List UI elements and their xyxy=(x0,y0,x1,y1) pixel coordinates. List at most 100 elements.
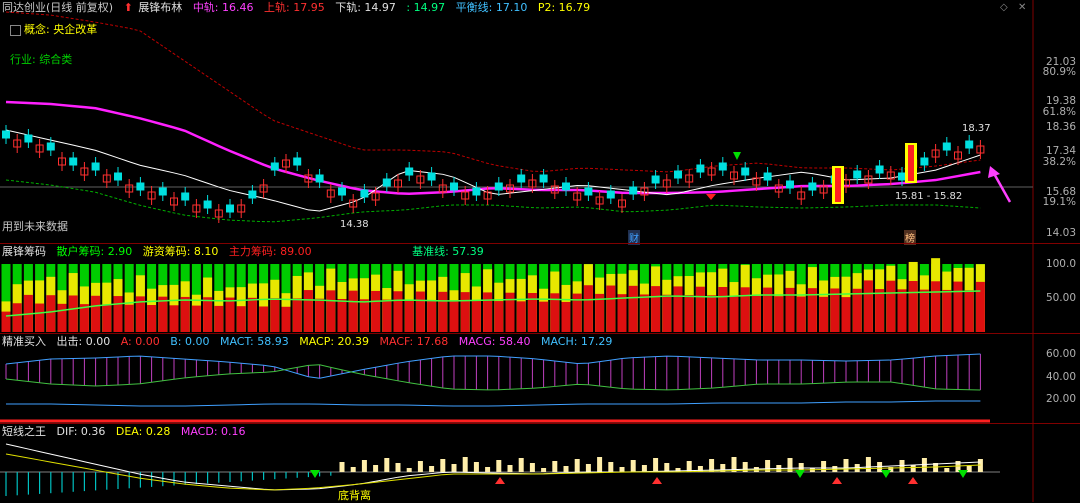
main-chip-bar xyxy=(718,286,728,332)
axis-label: 19.1% xyxy=(1042,196,1076,208)
checkbox-icon xyxy=(10,24,21,36)
candle xyxy=(158,187,167,196)
candle xyxy=(450,182,458,191)
candle xyxy=(46,142,55,151)
axis-label: 14.03 xyxy=(1045,227,1076,239)
mact-value: MACT: 58.93 xyxy=(219,335,289,348)
main-chart-canvas[interactable] xyxy=(0,0,1080,243)
red-down-arrow-icon xyxy=(706,194,716,200)
macd-pos-bar xyxy=(597,457,603,472)
main-chip-bar xyxy=(247,297,257,332)
main-chip-bar xyxy=(191,305,201,332)
candle xyxy=(674,170,682,179)
main-chip-bar xyxy=(606,285,616,332)
axis-label: 61.8% xyxy=(1042,106,1076,118)
main-chip-bar xyxy=(415,291,425,332)
axis-label: 40.00 xyxy=(1045,371,1076,383)
macd-pos-bar xyxy=(473,462,479,472)
main-chip-bar xyxy=(359,299,369,332)
main-chip-bar xyxy=(12,303,22,332)
main-chip-bar xyxy=(427,300,437,332)
future-data-note: 用到未来数据 xyxy=(2,220,68,233)
candle xyxy=(181,192,190,201)
main-chip-bar xyxy=(326,290,336,332)
main-chip-bar xyxy=(315,298,325,332)
macd-pos-bar xyxy=(910,465,916,472)
buy-arrow-icon xyxy=(495,477,505,484)
main-chip-bar xyxy=(886,280,896,332)
candle xyxy=(24,134,33,143)
candle xyxy=(203,200,212,209)
chip-panel[interactable]: 展锋筹码 散户筹码: 2.90 游资筹码: 8.10 主力筹码: 89.00 基… xyxy=(0,243,1080,334)
main-chip-bar xyxy=(875,289,885,332)
magenta-arrowhead-icon xyxy=(988,166,1000,178)
main-chip-bar xyxy=(214,305,224,332)
macd-pos-bar xyxy=(585,464,591,472)
chip-title[interactable]: 展锋筹码 xyxy=(2,245,46,258)
macd-pos-bar xyxy=(574,459,580,472)
main-chip-bar xyxy=(942,289,952,332)
precise-title[interactable]: 精准买入 xyxy=(2,335,46,348)
main-chip-bar xyxy=(35,303,45,332)
p2-value: P2: 16.79 xyxy=(537,1,591,14)
candle xyxy=(248,190,257,199)
candle xyxy=(270,162,279,171)
base-line: 基准线: 57.39 xyxy=(412,245,484,258)
main-chip-bar xyxy=(382,299,392,332)
main-chip-bar xyxy=(707,295,717,332)
sell-arrow-icon xyxy=(958,470,968,478)
candle xyxy=(942,142,951,151)
close-icon[interactable]: ✕ xyxy=(1018,2,1026,13)
macf-value: MACF: 17.68 xyxy=(379,335,449,348)
candle xyxy=(226,204,234,213)
candle xyxy=(651,175,660,184)
a-value: A: 0.00 xyxy=(120,335,160,348)
precise-buy-panel[interactable]: 精准买入 出击: 0.00 A: 0.00 B: 0.00 MACT: 58.9… xyxy=(0,333,1080,424)
main-chip-bar xyxy=(695,286,705,332)
candle xyxy=(91,162,100,171)
main-chip-bar xyxy=(46,295,56,332)
short-title[interactable]: 短线之王 xyxy=(2,425,46,438)
candle xyxy=(606,190,615,199)
indicator-name[interactable]: 展锋布林 xyxy=(138,1,182,14)
macg-line xyxy=(5,353,981,379)
candle xyxy=(517,174,526,183)
short-king-panel[interactable]: 短线之王 DIF: 0.36 DEA: 0.28 MACD: 0.16 底背离 xyxy=(0,423,1080,502)
macg-value: MACG: 58.40 xyxy=(458,335,531,348)
red-signal-bar xyxy=(835,168,841,202)
main-chip-bar xyxy=(281,306,291,332)
out-value: 出击: 0.00 xyxy=(56,335,111,348)
main-chip-bar xyxy=(673,286,683,332)
main-chip-bar xyxy=(796,296,806,332)
macd-pos-bar xyxy=(944,468,950,472)
sell-arrow-icon xyxy=(310,470,320,478)
main-chip-bar xyxy=(763,287,773,332)
macd-pos-bar xyxy=(966,466,972,472)
main-chip-bar xyxy=(953,281,963,332)
candle xyxy=(965,140,974,149)
macd-pos-bar xyxy=(361,460,367,472)
main-chip-bar xyxy=(516,301,526,332)
macd-pos-bar xyxy=(507,465,513,472)
buy-arrow-icon xyxy=(908,477,918,484)
main-chip-bar xyxy=(628,285,638,332)
mach-line xyxy=(6,400,981,407)
main-chart-panel[interactable]: 同达创业(日线 前复权) ⬆ 展锋布林 中轨: 16.46 上轨: 17.95 … xyxy=(0,0,1080,245)
macd-pos-bar xyxy=(496,460,502,472)
candle xyxy=(763,172,772,181)
main-chip-bar xyxy=(751,295,761,332)
macd-pos-bar xyxy=(518,458,524,472)
axis-label: 100.0 xyxy=(1045,258,1076,270)
candle xyxy=(69,157,78,166)
green-down-arrow-icon xyxy=(733,152,741,160)
main-chip-bar xyxy=(639,294,649,332)
low-price-label: 14.38 xyxy=(340,219,369,230)
diamond-icon[interactable]: ◇ xyxy=(1000,2,1008,13)
main-chip-bar xyxy=(684,295,694,332)
sell-arrow-icon xyxy=(795,470,805,478)
stock-title[interactable]: 同达创业(日线 前复权) xyxy=(2,1,113,14)
range-label: 15.81 - 15.82 xyxy=(895,191,963,202)
main-chip-bar xyxy=(91,295,101,332)
main-chip-bar xyxy=(259,306,269,332)
candle xyxy=(494,182,503,191)
